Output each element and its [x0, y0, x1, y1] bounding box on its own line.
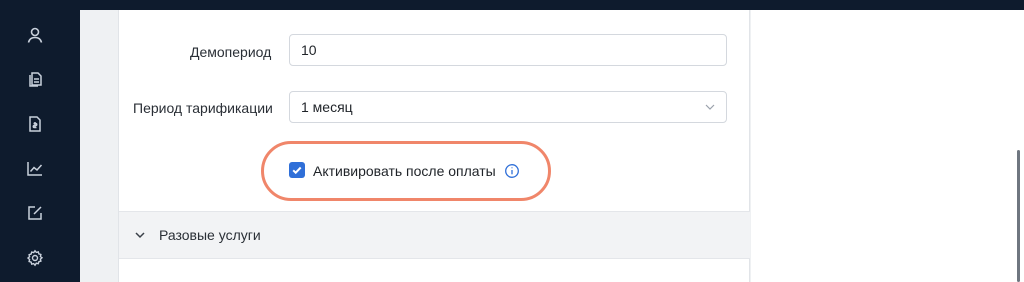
- sidebar: [0, 0, 80, 282]
- section-title: Разовые услуги: [159, 227, 261, 243]
- sidebar-item-settings[interactable]: [20, 243, 50, 273]
- demo-period-value: 10: [301, 42, 317, 58]
- sidebar-item-analytics[interactable]: [20, 153, 50, 183]
- activate-after-payment-checkbox[interactable]: [289, 162, 305, 178]
- chevron-down-icon: [705, 104, 715, 110]
- demo-period-input[interactable]: 10: [289, 34, 727, 66]
- demo-period-label: Демопериод: [190, 44, 272, 60]
- one-time-services-section[interactable]: Разовые услуги: [119, 211, 750, 259]
- billing-period-select[interactable]: 1 месяц: [289, 91, 727, 123]
- sidebar-item-tasks[interactable]: [20, 198, 50, 228]
- chevron-down-icon: [135, 232, 145, 239]
- check-icon: [292, 166, 302, 175]
- activate-after-payment-label[interactable]: Активировать после оплаты: [313, 162, 496, 180]
- billing-period-value: 1 месяц: [301, 99, 353, 115]
- user-icon: [27, 27, 43, 43]
- edit-icon: [28, 206, 42, 220]
- info-icon[interactable]: [504, 163, 520, 179]
- invoice-icon: [29, 116, 41, 132]
- scrollbar[interactable]: [1017, 150, 1020, 282]
- sidebar-item-invoices[interactable]: [20, 109, 50, 139]
- app-window: Демопериод 10 Период тарификации 1 месяц…: [0, 0, 1024, 282]
- sidebar-item-documents[interactable]: [20, 64, 50, 94]
- sidebar-item-profile[interactable]: [20, 20, 50, 50]
- top-bar: [0, 0, 1024, 10]
- gear-icon: [26, 249, 44, 267]
- right-pane: [751, 10, 1024, 282]
- chart-icon: [27, 162, 43, 176]
- documents-icon: [29, 72, 42, 87]
- billing-period-label: Период тарификации: [133, 100, 273, 116]
